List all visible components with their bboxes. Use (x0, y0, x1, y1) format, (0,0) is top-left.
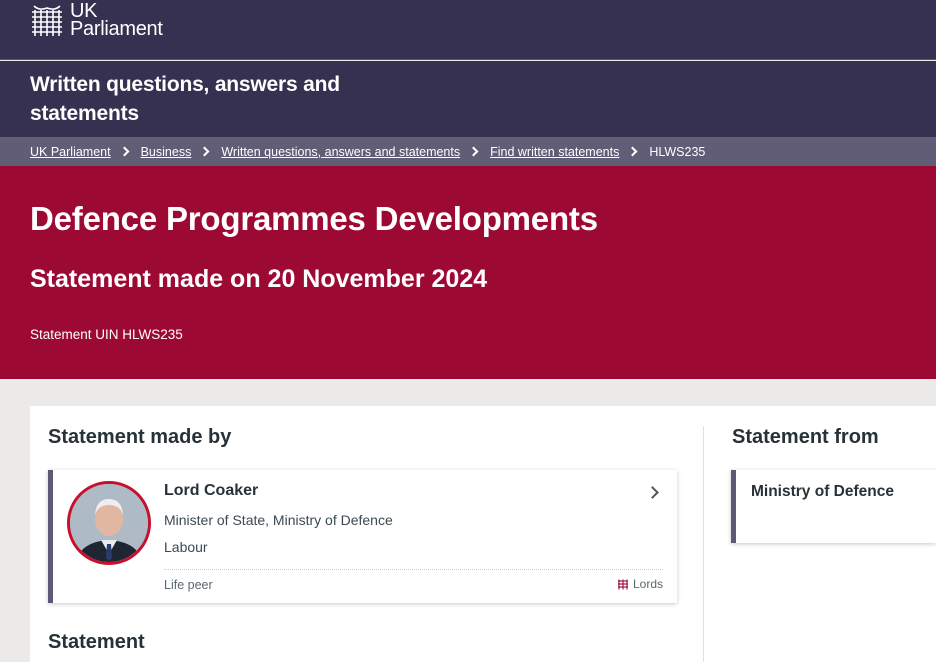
logo-line-2: Parliament (70, 18, 163, 40)
department-name: Ministry of Defence (751, 483, 894, 500)
section-title[interactable]: Written questions, answers and statement… (30, 70, 350, 128)
breadcrumb-find-written-statements[interactable]: Find written statements (490, 145, 619, 159)
statement-made-by-heading: Statement made by (48, 426, 232, 448)
portcullis-icon (32, 5, 62, 36)
breadcrumb-written-questions[interactable]: Written questions, answers and statement… (221, 145, 460, 159)
section-banner: Written questions, answers and statement… (0, 61, 936, 137)
member-card-divider (164, 569, 663, 570)
chevron-right-icon (646, 486, 659, 499)
member-house-label: Lords (632, 577, 663, 591)
member-membership: Life peer (164, 578, 213, 592)
member-name: Lord Coaker (164, 482, 259, 499)
chevron-right-icon (119, 146, 130, 157)
statement-hero: Defence Programmes Developments Statemen… (0, 166, 936, 379)
member-house: Lords (617, 577, 663, 591)
chevron-right-icon (627, 146, 638, 157)
uk-parliament-logo[interactable]: UK Parliament (30, 1, 163, 40)
page-title: Defence Programmes Developments (30, 200, 598, 237)
breadcrumb-uk-parliament[interactable]: UK Parliament (30, 145, 111, 159)
statement-heading: Statement (48, 631, 145, 653)
portcullis-icon (617, 579, 628, 590)
breadcrumb-current: HLWS235 (649, 144, 706, 159)
column-divider (703, 426, 704, 662)
statement-from-heading: Statement from (732, 426, 879, 448)
site-header: UK Parliament (0, 0, 936, 60)
statement-uin: Statement UIN HLWS235 (30, 327, 183, 342)
chevron-right-icon (468, 146, 479, 157)
department-card[interactable]: Ministry of Defence (731, 470, 936, 543)
breadcrumb: UK Parliament Business Written questions… (0, 137, 936, 166)
statement-date: Statement made on 20 November 2024 (30, 265, 488, 293)
logo-wordmark: UK Parliament (70, 1, 163, 40)
member-avatar (67, 481, 151, 565)
breadcrumb-business[interactable]: Business (141, 145, 192, 159)
chevron-right-icon (199, 146, 210, 157)
member-card[interactable]: Lord Coaker Minister of State, Ministry … (48, 470, 677, 603)
member-party: Labour (164, 539, 208, 555)
member-role: Minister of State, Ministry of Defence (164, 512, 393, 528)
